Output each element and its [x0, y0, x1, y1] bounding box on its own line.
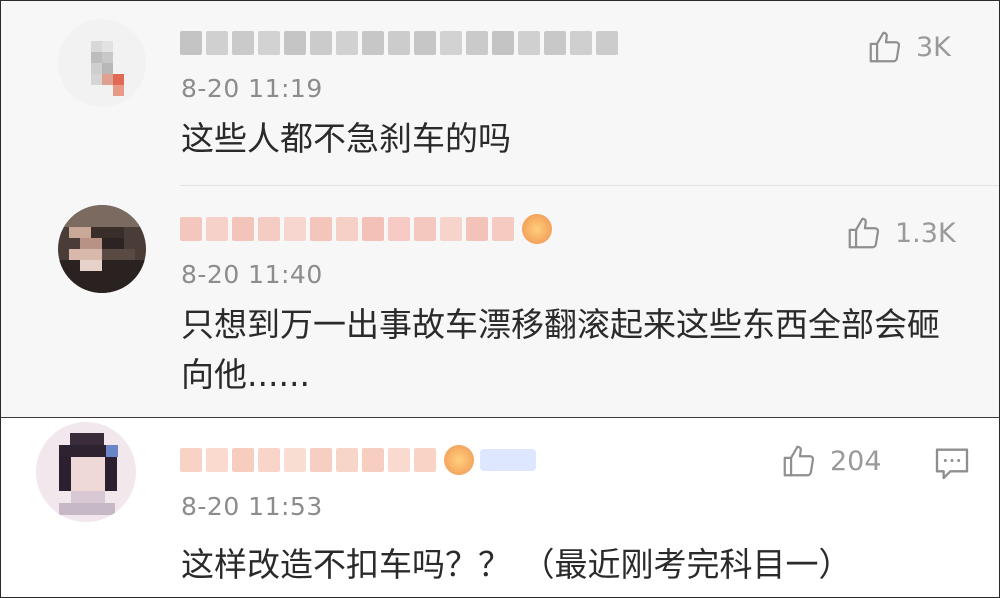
like-count: 1.3K	[895, 217, 956, 249]
vip-badge-icon	[444, 445, 474, 475]
thumbs-up-icon	[869, 31, 901, 63]
username-blurred[interactable]	[180, 443, 536, 477]
comment-timestamp: 8-20 11:40	[181, 260, 323, 289]
comment-text: 这样改造不扣车吗？？ （最近刚考完科目一）	[181, 545, 852, 584]
comment-icon[interactable]	[932, 443, 972, 483]
username-blurred[interactable]	[180, 212, 552, 246]
comment-timestamp: 8-20 11:19	[181, 74, 323, 103]
username-blurred[interactable]	[180, 26, 618, 60]
comment-text: 这些人都不急刹车的吗	[181, 119, 511, 158]
thumbs-up-icon	[848, 217, 880, 249]
like-count: 204	[830, 445, 882, 477]
like-button[interactable]: 204	[780, 442, 882, 480]
comment-timestamp: 8-20 11:53	[181, 492, 323, 521]
like-count: 3K	[916, 31, 951, 63]
avatar[interactable]	[58, 19, 146, 107]
like-button[interactable]: 3K	[866, 28, 951, 66]
like-button[interactable]: 1.3K	[845, 214, 956, 252]
avatar[interactable]	[58, 205, 146, 293]
vip-badge-icon	[522, 214, 552, 244]
comment-item: 8-20 11:40 只想到万一出事故车漂移翻滚起来这些东西全部会砸向他....…	[0, 186, 1000, 417]
thumbs-up-icon	[783, 445, 815, 477]
comment-item: 8-20 11:53 这样改造不扣车吗？？ （最近刚考完科目一） 204	[0, 417, 1000, 598]
comment-item: 8-20 11:19 这些人都不急刹车的吗 3K	[0, 0, 1000, 186]
medal-badge-icon	[480, 449, 536, 471]
avatar[interactable]	[36, 422, 136, 522]
comment-text: 只想到万一出事故车漂移翻滚起来这些东西全部会砸向他......	[181, 305, 940, 394]
